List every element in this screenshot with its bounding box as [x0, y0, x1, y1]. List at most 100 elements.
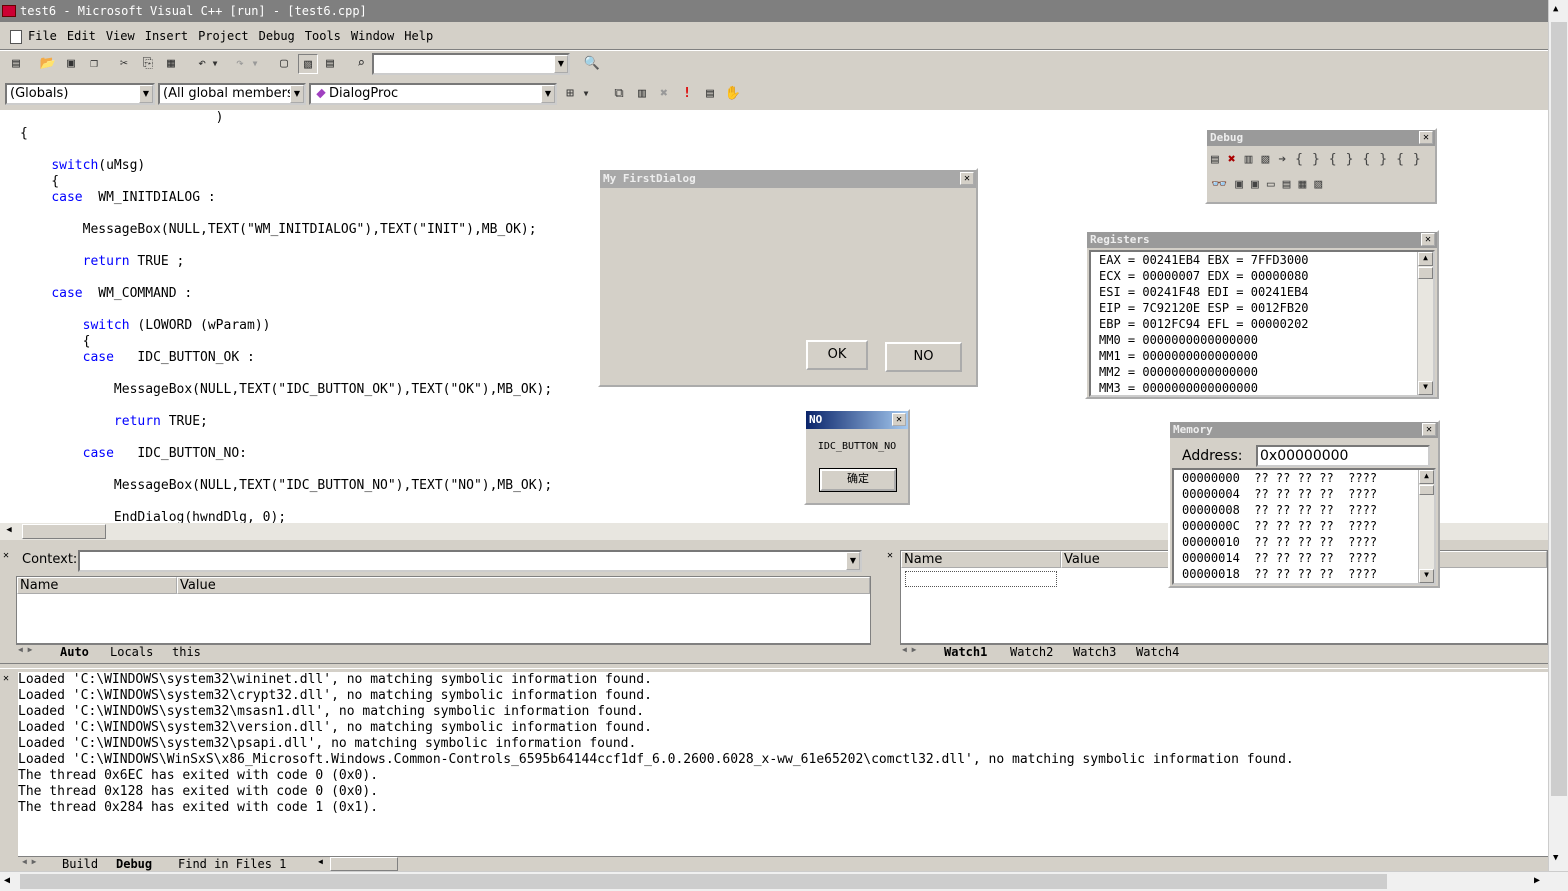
output-hscroll-left-icon[interactable]: ◀ — [318, 857, 323, 866]
tab-scroll-icons[interactable]: ◀ ▶ — [18, 645, 32, 654]
tab-this[interactable]: this — [172, 645, 201, 659]
build-icon[interactable]: ▥ — [632, 84, 652, 104]
new-file-icon[interactable]: ▤ — [6, 54, 26, 74]
variables-icon[interactable]: ▣ — [1251, 177, 1267, 192]
tab-watch2[interactable]: Watch2 — [1010, 645, 1053, 659]
chevron-down-icon[interactable]: ▼ — [846, 552, 860, 570]
scroll-up-icon[interactable]: ▲ — [1419, 470, 1434, 484]
app-icon[interactable] — [2, 5, 16, 17]
menu-view[interactable]: View — [106, 29, 135, 43]
registers-scrollbar[interactable]: ▲ ▼ — [1417, 252, 1433, 395]
call-stack-icon[interactable]: ▦ — [1299, 177, 1315, 192]
menu-edit[interactable]: Edit — [67, 29, 96, 43]
disassembly-icon[interactable]: ▧ — [1314, 177, 1330, 192]
scroll-thumb[interactable] — [1551, 22, 1567, 796]
tab-locals[interactable]: Locals — [110, 645, 153, 659]
menu-tools[interactable]: Tools — [305, 29, 341, 43]
save-icon[interactable]: ▣ — [61, 54, 81, 74]
menu-file[interactable]: File — [28, 29, 57, 43]
redo-dropdown-icon[interactable]: ▼ — [250, 54, 260, 74]
scroll-right-icon[interactable]: ▶ — [1534, 875, 1540, 886]
close-icon[interactable]: ✕ — [887, 550, 893, 561]
window-list-icon[interactable]: ▤ — [320, 54, 340, 74]
undo-dropdown-icon[interactable]: ▼ — [210, 54, 220, 74]
show-next-statement-icon[interactable]: ➔ — [1278, 152, 1295, 167]
registers-list[interactable]: EAX = 00241EB4 EBX = 7FFD3000 ECX = 00000… — [1089, 250, 1435, 397]
scroll-up-icon[interactable]: ▲ — [1418, 252, 1433, 266]
execute-icon[interactable]: ! — [677, 84, 697, 104]
menu-project[interactable]: Project — [198, 29, 249, 43]
close-icon[interactable]: ✕ — [3, 550, 9, 561]
close-icon[interactable]: ✕ — [892, 413, 906, 426]
stop-build-icon[interactable]: ✖ — [654, 84, 674, 104]
scroll-down-icon[interactable]: ▼ — [1553, 853, 1558, 863]
scroll-left-icon[interactable]: ◀ — [4, 875, 10, 886]
tab-debug[interactable]: Debug — [116, 857, 152, 871]
tab-watch4[interactable]: Watch4 — [1136, 645, 1179, 659]
scroll-thumb[interactable] — [1419, 485, 1434, 495]
menu-debug[interactable]: Debug — [259, 29, 295, 43]
output-window-icon[interactable]: ▧ — [298, 54, 318, 74]
class-combo[interactable]: (Globals) ▼ — [5, 83, 155, 105]
breakpoint-hand-icon[interactable]: ✋ — [723, 84, 743, 104]
memory-list[interactable]: 00000000 ?? ?? ?? ?? ???? 00000004 ?? ?? … — [1172, 468, 1436, 585]
output-hscroll-thumb[interactable] — [330, 857, 398, 871]
doc-icon[interactable] — [10, 29, 22, 44]
memory-icon[interactable]: ▤ — [1283, 177, 1299, 192]
step-out-icon[interactable]: {} — [1362, 152, 1396, 167]
wizard-action-dropdown-icon[interactable]: ▼ — [580, 84, 592, 104]
find-combo[interactable]: ▼ — [372, 53, 570, 75]
workspace-icon[interactable]: ▢ — [274, 54, 294, 74]
variables-name-header[interactable]: Name — [17, 577, 177, 594]
paste-icon[interactable]: ▦ — [161, 54, 181, 74]
go-icon[interactable]: ▤ — [700, 84, 720, 104]
menu-help[interactable]: Help — [404, 29, 433, 43]
registers-icon[interactable]: ▭ — [1267, 177, 1283, 192]
watch-new-entry[interactable] — [905, 571, 1057, 587]
dialog-no-button[interactable]: NO — [885, 342, 962, 372]
main-hscrollbar[interactable]: ◀ ▶ — [0, 871, 1568, 891]
chevron-down-icon[interactable]: ▼ — [554, 55, 568, 73]
compile-icon[interactable]: ⧉ — [609, 84, 629, 104]
apply-code-changes-icon[interactable]: ▧ — [1261, 152, 1278, 167]
variables-grid[interactable]: Name Value — [16, 576, 871, 644]
find-icon[interactable]: 🔍 — [582, 54, 602, 74]
scroll-down-icon[interactable]: ▼ — [1419, 569, 1434, 583]
context-combo[interactable]: ▼ — [78, 550, 862, 572]
open-folder-icon[interactable]: 📂 — [38, 54, 58, 74]
member-combo[interactable]: DialogProc ▼ — [309, 83, 557, 105]
chevron-down-icon[interactable]: ▼ — [541, 85, 555, 103]
watch-name-header[interactable]: Name — [901, 551, 1061, 568]
watch-icon[interactable]: ▣ — [1235, 177, 1251, 192]
output-text[interactable]: Loaded 'C:\WINDOWS\system32\wininet.dll'… — [18, 672, 1548, 856]
tab-find-in-files-1[interactable]: Find in Files 1 — [178, 857, 286, 871]
scroll-down-icon[interactable]: ▼ — [1418, 381, 1433, 395]
run-to-cursor-icon[interactable]: {} — [1396, 152, 1430, 167]
address-input[interactable]: 0x00000000 — [1256, 445, 1430, 467]
cut-icon[interactable]: ✂ — [114, 54, 134, 74]
memory-scrollbar[interactable]: ▲ ▼ — [1418, 470, 1434, 583]
message-ok-button[interactable]: 确定 — [819, 468, 897, 492]
save-all-icon[interactable]: ❐ — [84, 54, 104, 74]
scroll-thumb[interactable] — [22, 524, 106, 539]
tab-build[interactable]: Build — [62, 857, 98, 871]
restart-icon[interactable]: ▤ — [1211, 152, 1228, 167]
close-icon[interactable]: ✕ — [1419, 131, 1433, 144]
dialog-ok-button[interactable]: OK — [806, 340, 868, 370]
step-over-icon[interactable]: {} — [1329, 152, 1363, 167]
wizard-action-icon[interactable]: ⊞ — [560, 84, 580, 104]
tab-watch1[interactable]: Watch1 — [944, 645, 987, 659]
menu-insert[interactable]: Insert — [145, 29, 188, 43]
close-icon[interactable]: ✕ — [3, 673, 9, 684]
menu-window[interactable]: Window — [351, 29, 394, 43]
redo-icon[interactable]: ↷ — [230, 54, 250, 74]
chevron-down-icon[interactable]: ▼ — [139, 85, 153, 103]
scroll-up-icon[interactable]: ▲ — [1553, 4, 1558, 14]
filter-combo[interactable]: (All global members ▼ — [158, 83, 306, 105]
stop-debugging-icon[interactable]: ✖ — [1228, 152, 1245, 167]
variables-value-header[interactable]: Value — [177, 577, 870, 594]
main-vscrollbar[interactable]: ▲ ▼ — [1548, 0, 1568, 871]
close-icon[interactable]: ✕ — [960, 172, 974, 185]
scroll-thumb[interactable] — [20, 874, 1387, 889]
step-into-icon[interactable]: {} — [1295, 152, 1329, 167]
